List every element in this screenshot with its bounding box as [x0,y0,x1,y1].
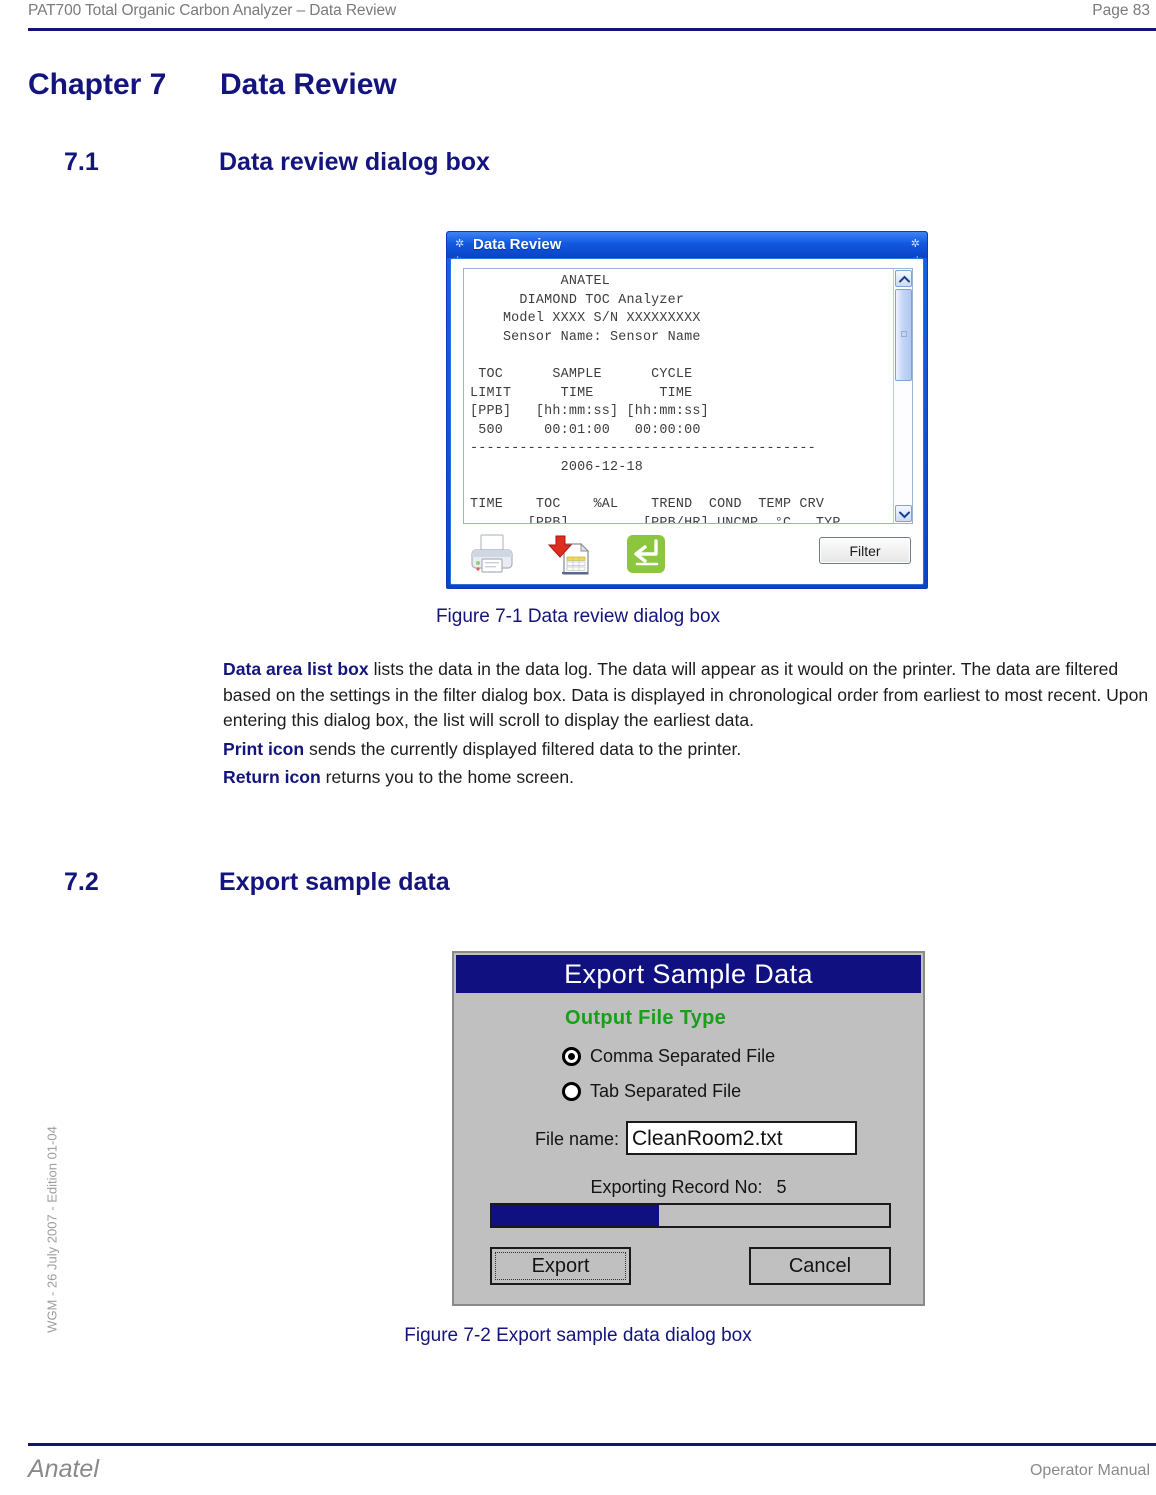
header-document-title: PAT700 Total Organic Carbon Analyzer – D… [28,2,397,19]
return-icon[interactable] [623,531,669,577]
cancel-button[interactable]: Cancel [749,1247,891,1285]
radio-tab-separated-file[interactable]: Tab Separated File [562,1081,741,1102]
term-return-icon: Return icon [223,767,321,787]
exporting-record-label: Exporting Record No: [590,1177,763,1197]
export-to-file-icon[interactable] [547,531,593,577]
text-print-icon: sends the currently displayed filtered d… [304,738,742,759]
exporting-record-status: Exporting Record No: 5 [454,1177,923,1198]
export-progress-fill [492,1205,659,1226]
export-button-label: Export [531,1254,590,1277]
section-title-7-1: Data review dialog box [219,148,490,176]
radio-unselected-icon[interactable] [562,1082,581,1101]
radio-label-tab-separated: Tab Separated File [590,1081,742,1101]
data-review-dialog: ✲ Data Review ✲ ✲ ✲ ANATEL DIAMOND TOC A… [446,231,928,589]
figure-7-1-caption: Figure 7-1 Data review dialog box [435,606,721,627]
footer-company-name: Anatel [28,1455,99,1483]
term-print-icon: Print icon [223,738,305,759]
header-page-number: Page 83 [1092,2,1150,19]
text-return-icon: returns you to the home screen. [320,767,575,787]
paragraph-print-icon: Print icon sends the currently displayed… [223,737,1156,763]
data-area-list-text: ANATEL DIAMOND TOC Analyzer Model XXXX S… [470,274,841,524]
term-data-area-list-box: Data area list box [223,659,369,679]
data-review-title: Data Review [473,236,562,253]
section-number-7-1: 7.1 [64,148,99,176]
export-sample-data-dialog: Export Sample Data Output File Type Comm… [452,951,925,1306]
chapter-heading: Chapter 7 Data Review [28,68,397,102]
header-divider-rule [28,28,1156,31]
figure-7-2-caption: Figure 7-2 Export sample data dialog box [404,1325,752,1346]
section-title-7-2: Export sample data [219,868,450,896]
section-heading-7-2: 7.2 Export sample data [64,868,450,897]
export-progress-bar [490,1203,891,1228]
footer-divider-rule [28,1443,1156,1446]
chapter-number: Chapter 7 [28,68,167,101]
paragraph-data-area-list-box: Data area list box lists the data in the… [223,657,1156,734]
print-icon[interactable] [469,531,515,577]
cancel-button-label: Cancel [788,1254,852,1277]
figure-7-1-image: ✲ Data Review ✲ ✲ ✲ ANATEL DIAMOND TOC A… [446,231,928,589]
chapter-title: Data Review [220,68,397,101]
radio-comma-separated-file[interactable]: Comma Separated File [562,1046,775,1067]
data-review-body: ANATEL DIAMOND TOC Analyzer Model XXXX S… [450,258,924,585]
window-close-glyph-icon[interactable]: ✲ [911,239,920,250]
chevron-down-icon [899,511,910,519]
section-heading-7-1: 7.1 Data review dialog box [64,148,490,177]
paragraph-return-icon: Return icon returns you to the home scre… [223,765,1156,791]
side-edition-text: WGM - 26 July 2007 - Edition 01-04 [44,1126,60,1333]
data-review-titlebar: ✲ Data Review ✲ [447,232,927,258]
export-button[interactable]: Export [490,1247,631,1285]
window-corner-glyph-icon: ✲ [455,238,465,250]
filter-button[interactable]: Filter [819,537,911,564]
scrollbar-thumb[interactable] [895,289,912,381]
section-7-1-body-text: Data area list box lists the data in the… [223,657,1156,791]
section-number-7-2: 7.2 [64,868,99,896]
exporting-record-number: 5 [776,1177,787,1197]
scroll-up-button[interactable] [895,270,912,287]
data-review-toolbar: Filter [463,531,913,579]
page-header: PAT700 Total Organic Carbon Analyzer – D… [28,0,1150,30]
data-area-scrollbar[interactable] [893,269,912,523]
chevron-up-icon [899,275,910,283]
output-file-type-label: Output File Type [565,1007,727,1029]
scroll-down-button[interactable] [895,505,912,522]
figure-7-2-image: Export Sample Data Output File Type Comm… [452,951,925,1306]
radio-selected-icon[interactable] [562,1047,581,1066]
radio-label-comma-separated: Comma Separated File [590,1046,776,1066]
data-area-list-box[interactable]: ANATEL DIAMOND TOC Analyzer Model XXXX S… [463,268,913,524]
file-name-label: File name: [535,1129,620,1149]
footer-manual-label: Operator Manual [1029,1462,1150,1479]
export-dialog-title: Export Sample Data [456,955,921,993]
file-name-input[interactable]: CleanRoom2.txt [626,1121,857,1155]
